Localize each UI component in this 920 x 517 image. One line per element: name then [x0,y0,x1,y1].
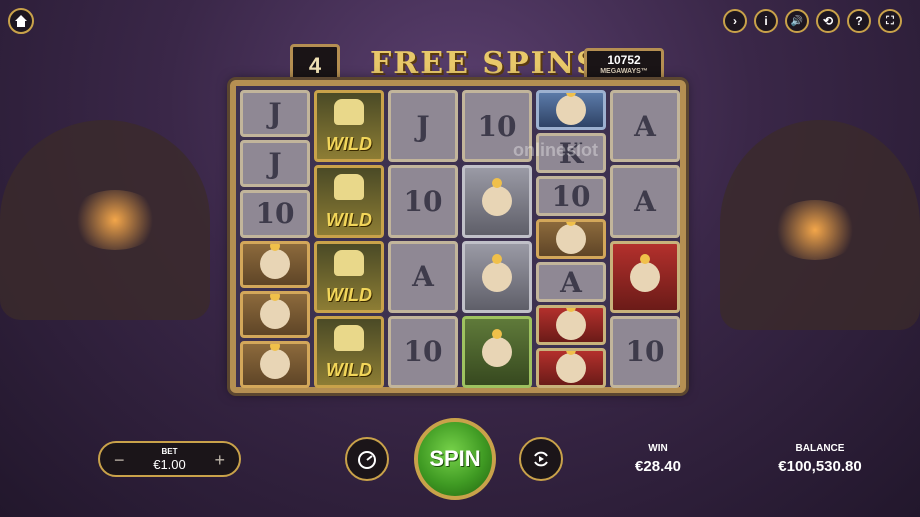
symbol-a: A [610,90,680,163]
bird-creature-icon [630,253,660,292]
win-value: €28.40 [635,458,681,475]
symbol-bird [536,305,606,345]
symbol-j: J [240,140,310,188]
balance-label: BALANCE [795,443,845,454]
info-button[interactable]: i [754,9,778,33]
reel-2: WILD WILD WILD WILD [314,90,384,388]
wild-label: WILD [326,284,372,305]
volume-icon: 🔊 [790,15,804,27]
symbol-wild: WILD [314,165,384,238]
forward-button[interactable]: › [723,9,747,33]
autoplay-button[interactable] [519,437,563,481]
megaways-value: 10752 [607,53,641,67]
wild-label: WILD [326,360,372,380]
autoplay-icon [534,451,548,467]
reel-3: J 10 A 10 [388,90,458,388]
mask-icon [334,324,364,351]
symbol-j: J [388,90,458,163]
mask-icon [334,174,364,201]
reel-5: K 10 A [536,90,606,388]
symbol-j: J [240,90,310,138]
armor-creature-icon [482,253,512,292]
symbol-10: 10 [388,165,458,238]
turbo-button[interactable] [345,437,389,481]
bird-creature-icon [556,351,586,383]
speedometer-icon [358,451,376,469]
symbol-warrior [536,219,606,259]
symbol-blue [536,90,606,130]
blue-creature-icon [556,93,586,125]
symbol-10: 10 [388,315,458,388]
reel-frame: J J 10 WILD WILD WILD WILD J 10 A 10 10 K 10 A A A 10 [230,80,686,393]
balance-value: €100,530.80 [778,458,862,475]
symbol-green-dodo [462,315,532,388]
help-button[interactable]: ? [847,9,871,33]
mask-icon [334,249,364,276]
mask-icon [334,99,364,125]
symbol-warrior [240,240,310,288]
wild-label: WILD [326,134,372,155]
reel-4: 10 [462,90,532,388]
forward-icon: › [733,14,737,28]
watermark: onlineslot [513,140,598,160]
symbol-wild: WILD [314,315,384,388]
warrior-creature-icon [556,222,586,254]
reel-1: J J 10 [240,90,310,389]
symbol-armor [462,240,532,313]
symbol-wild: WILD [314,240,384,313]
warrior-creature-icon [260,343,290,380]
symbol-armor [462,165,532,238]
symbol-bird [536,348,606,388]
history-icon: ⟲ [822,14,834,28]
symbol-a: A [388,240,458,313]
armor-creature-icon [482,178,512,217]
bird-creature-icon [556,308,586,340]
volume-button[interactable]: 🔊 [785,9,809,33]
fullscreen-button[interactable]: ⛶ [878,9,902,33]
win-label: WIN [648,443,668,454]
symbol-10: 10 [240,190,310,238]
fullscreen-icon: ⛶ [886,14,894,27]
symbol-warrior [240,290,310,338]
history-button[interactable]: ⟲ [816,9,840,33]
lantern-glow-right [770,200,860,260]
symbol-a: A [610,165,680,238]
reel-6: A A 10 [610,90,680,388]
symbol-10: 10 [610,315,680,388]
info-icon: i [764,14,768,28]
green-dodo-creature-icon [482,328,512,367]
lantern-glow-left [70,190,160,250]
symbol-wild: WILD [314,90,384,163]
spin-button[interactable]: SPIN [414,418,496,500]
bet-increase-button[interactable]: + [214,450,225,471]
symbol-a: A [536,262,606,302]
symbol-bird [610,240,680,313]
wild-label: WILD [326,209,372,230]
warrior-creature-icon [260,293,290,330]
spin-label: SPIN [429,446,481,471]
help-icon: ? [855,14,863,28]
warrior-creature-icon [260,243,290,280]
symbol-warrior [240,340,310,389]
megaways-label: MEGAWAYS™ [600,68,648,75]
free-spins-title: FREE SPINS [370,46,600,81]
home-icon [15,15,27,27]
home-button[interactable] [8,8,34,34]
symbol-10: 10 [536,176,606,216]
bet-selector: − BET €1.00 + [98,441,241,477]
